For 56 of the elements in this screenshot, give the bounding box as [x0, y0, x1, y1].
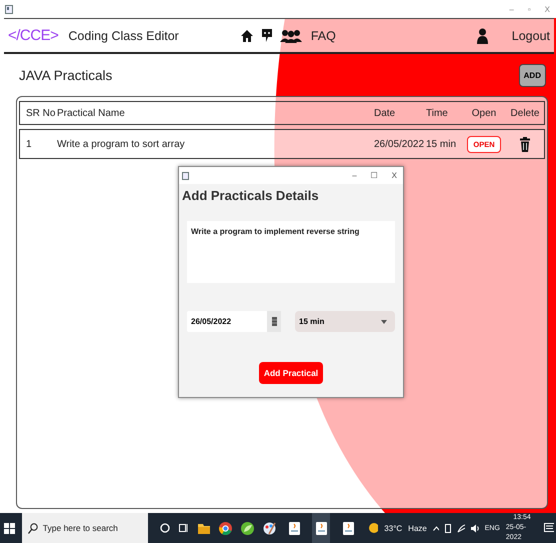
- table-cell-text: 26/05/2022: [374, 138, 426, 150]
- column-header: Practical Name: [57, 108, 126, 118]
- add-button[interactable]: ADD: [518, 64, 546, 86]
- weather-icon[interactable]: [369, 523, 378, 533]
- dialog-title: Add Practicals Details: [181, 187, 320, 203]
- network-icon[interactable]: [456, 524, 465, 532]
- temperature: 33°C: [384, 524, 402, 532]
- column-header: Time: [426, 108, 449, 118]
- search-field[interactable]: Type here to search: [22, 513, 148, 543]
- column-header: Delete: [510, 108, 540, 118]
- logout-link[interactable]: Logout: [512, 28, 550, 42]
- table-cell-text: 15 min: [426, 138, 458, 150]
- task-view-icon[interactable]: [179, 523, 190, 533]
- faq-link[interactable]: FAQ: [310, 28, 336, 42]
- window-control[interactable]: –: [352, 171, 357, 180]
- duration-dropdown[interactable]: 15 min: [295, 311, 395, 332]
- add-practical-button[interactable]: Add Practical: [258, 362, 324, 384]
- chevron-up-icon[interactable]: [432, 526, 440, 530]
- description-field[interactable]: Write a program to implement reverse string: [187, 221, 395, 283]
- trash-icon[interactable]: [520, 136, 530, 152]
- folder-icon[interactable]: [198, 522, 210, 534]
- java-icon[interactable]: [288, 522, 300, 534]
- calendar-icon[interactable]: [272, 317, 276, 326]
- java-icon[interactable]: [342, 522, 354, 534]
- table-cell-text: 1: [25, 138, 33, 150]
- window-control[interactable]: ▫: [528, 4, 531, 14]
- caret-icon: [381, 320, 387, 324]
- app-icon: [5, 4, 13, 14]
- table-cell-text: Write a program to sort array: [57, 138, 186, 150]
- user-icon[interactable]: [476, 28, 488, 44]
- home-icon[interactable]: [240, 28, 254, 42]
- window-control[interactable]: X: [544, 4, 550, 14]
- window-control[interactable]: ☐: [370, 171, 378, 180]
- leaf-icon[interactable]: [241, 522, 254, 534]
- weather-text: Haze: [408, 524, 427, 532]
- date-field[interactable]: 26/05/2022: [187, 311, 281, 332]
- logo: </CCE>: [8, 27, 58, 44]
- page-title: JAVA Practicals: [19, 68, 114, 82]
- java-icon[interactable]: [316, 522, 327, 534]
- people-icon[interactable]: [280, 28, 302, 42]
- battery-icon[interactable]: [445, 523, 451, 533]
- windows-icon: [4, 522, 16, 534]
- app-title: Coding Class Editor: [68, 28, 179, 42]
- app-icon: [182, 172, 189, 180]
- chrome-icon[interactable]: [219, 522, 232, 534]
- window-control[interactable]: X: [392, 171, 397, 180]
- cortana-icon[interactable]: [160, 523, 170, 533]
- column-header: Date: [374, 108, 396, 118]
- search-icon: [28, 522, 38, 534]
- column-header: Open: [470, 108, 498, 118]
- notification-icon[interactable]: [544, 522, 554, 534]
- column-header: SR No: [25, 108, 56, 118]
- chat-icon[interactable]: [260, 28, 273, 43]
- window-control[interactable]: –: [509, 4, 514, 14]
- paint-icon[interactable]: [263, 522, 276, 534]
- speaker-icon[interactable]: [470, 524, 479, 532]
